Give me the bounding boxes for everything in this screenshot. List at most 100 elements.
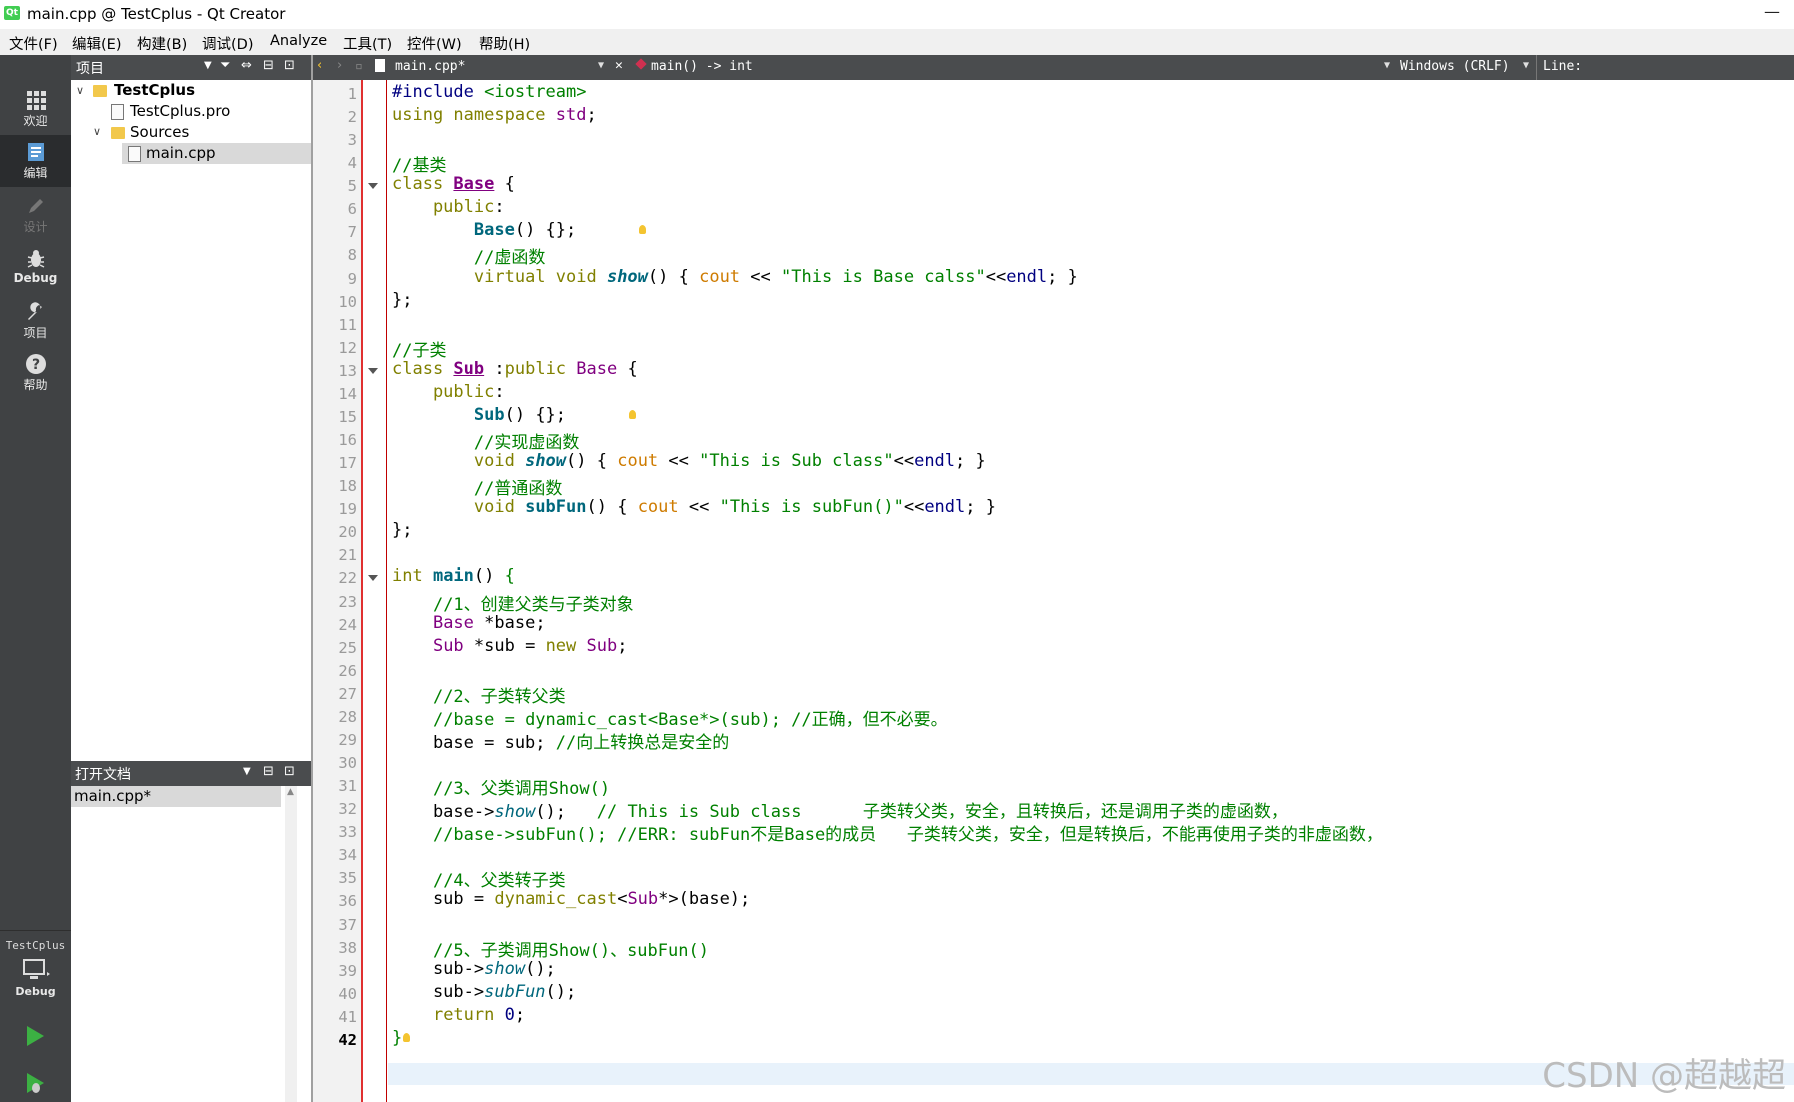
code-line: //子类	[392, 340, 447, 361]
filter-icon[interactable]: ⏷	[220, 58, 230, 73]
menu-edit[interactable]: 编辑(E)	[72, 33, 121, 54]
line-number: 22	[338, 569, 357, 588]
lightbulb-icon[interactable]	[403, 1032, 410, 1042]
line-number: 11	[338, 315, 357, 334]
split-icon[interactable]: ⊟	[263, 764, 274, 779]
lock-icon: ▫	[355, 59, 363, 74]
toolbar-divider	[1536, 55, 1537, 80]
code-line: void subFun() { cout << "This is subFun(…	[473, 497, 996, 518]
line-number: 32	[338, 800, 357, 819]
mode-help[interactable]: ? 帮助	[0, 347, 71, 399]
code-line: public:	[392, 197, 505, 218]
line-number: 40	[338, 984, 357, 1003]
function-icon	[635, 58, 647, 70]
lightbulb-icon[interactable]	[629, 409, 636, 419]
close-panel-icon[interactable]: ⊡	[284, 764, 295, 779]
line-number: 33	[338, 823, 357, 842]
mode-design[interactable]: 设计	[0, 189, 71, 241]
back-icon[interactable]: ‹	[317, 58, 322, 73]
chevron-down-icon[interactable]: ▼	[598, 60, 604, 71]
grid-icon	[26, 91, 46, 110]
file-icon	[375, 59, 385, 72]
scrollbar[interactable]	[285, 786, 297, 1102]
scroll-up-icon[interactable]: ▲	[287, 787, 294, 797]
code-line: //3、父类调用Show()	[432, 779, 611, 800]
code-line: int main() {	[392, 566, 515, 587]
menu-help[interactable]: 帮助(H)	[479, 33, 530, 54]
line-number: 27	[338, 684, 357, 703]
fold-toggle-icon[interactable]	[368, 575, 378, 582]
tree-item-sources[interactable]: Sources	[130, 123, 189, 141]
mode-welcome[interactable]: 欢迎	[0, 83, 71, 135]
close-panel-icon[interactable]: ⊡	[284, 58, 295, 73]
line-number: 41	[338, 1007, 357, 1026]
mode-design-label: 设计	[23, 220, 48, 234]
cursor-position[interactable]: Line:	[1543, 59, 1582, 74]
line-number: 38	[338, 938, 357, 957]
file-icon	[111, 104, 124, 120]
code-line: sub = dynamic_cast<Sub*>(base);	[392, 889, 751, 910]
project-tree: ∨ TestCplus TestCplus.pro ∨ Sources main…	[71, 80, 311, 760]
menu-build[interactable]: 构建(B)	[137, 33, 187, 54]
code-line: public:	[392, 381, 505, 402]
window-title: main.cpp @ TestCplus - Qt Creator	[27, 5, 286, 23]
line-ending-selector[interactable]: Windows (CRLF)	[1400, 59, 1510, 74]
line-number: 20	[338, 523, 357, 542]
chevron-down-icon[interactable]: ▼	[243, 766, 251, 777]
mode-edit[interactable]: 编辑	[0, 135, 71, 187]
code-line: //2、子类转父类	[432, 686, 566, 707]
line-number: 34	[338, 846, 357, 865]
chevron-down-icon[interactable]: ▼	[1523, 60, 1529, 71]
link-icon[interactable]: ⇔	[241, 58, 252, 73]
code-line: virtual void show() { cout << "This is B…	[473, 266, 1078, 287]
menu-tools[interactable]: 工具(T)	[343, 33, 392, 54]
code-line: //普通函数	[473, 479, 563, 500]
tree-item-project[interactable]: TestCplus	[114, 81, 195, 99]
chevron-down-icon[interactable]: ▼	[1384, 60, 1390, 71]
mode-projects[interactable]: 项目	[0, 295, 71, 347]
menu-controls[interactable]: 控件(W)	[407, 33, 462, 54]
mode-debug[interactable]: Debug	[0, 242, 71, 294]
menu-analyze[interactable]: Analyze	[270, 33, 327, 49]
file-icon	[128, 146, 141, 162]
tree-item-pro-file[interactable]: TestCplus.pro	[130, 102, 230, 120]
code-line: sub->subFun();	[392, 981, 577, 1002]
code-line: //实现虚函数	[473, 433, 580, 454]
fold-toggle-icon[interactable]	[368, 183, 378, 190]
split-icon[interactable]: ⊟	[263, 58, 274, 73]
project-folder-icon	[93, 85, 107, 97]
current-file-label[interactable]: main.cpp*	[395, 59, 465, 74]
title-bar: Qt main.cpp @ TestCplus - Qt Creator —	[0, 0, 1794, 28]
fold-region-marker	[386, 80, 387, 1102]
chevron-down-icon[interactable]: ∨	[93, 125, 101, 138]
forward-icon[interactable]: ›	[337, 58, 342, 73]
code-line: //1、创建父类与子类对象	[432, 594, 634, 615]
tree-item-main-cpp[interactable]: main.cpp	[146, 144, 216, 162]
minimize-button[interactable]: —	[1764, 2, 1780, 21]
line-number: 31	[338, 777, 357, 796]
lightbulb-icon[interactable]	[639, 225, 646, 235]
menu-debug[interactable]: 调试(D)	[202, 33, 253, 54]
symbol-selector[interactable]: main() -> int	[651, 59, 753, 74]
close-file-icon[interactable]: ✕	[615, 58, 623, 73]
code-line: base->show(); // This is Sub class 子类转父类…	[392, 802, 1288, 823]
fold-column	[363, 80, 385, 1102]
code-line: void show() { cout << "This is Sub class…	[473, 451, 986, 472]
menu-file[interactable]: 文件(F)	[9, 33, 58, 54]
kit-selector[interactable]: TestCplus Debug	[0, 935, 71, 1030]
open-doc-item[interactable]: main.cpp*	[74, 787, 151, 805]
line-number: 12	[338, 338, 357, 357]
mode-projects-label: 项目	[23, 326, 48, 340]
code-line: //base = dynamic_cast<Base*>(sub); //正确，…	[432, 709, 948, 730]
debug-run-icon[interactable]	[22, 1070, 48, 1096]
run-icon[interactable]	[22, 1023, 48, 1049]
line-number: 16	[338, 431, 357, 450]
chevron-down-icon[interactable]: ▼	[204, 60, 212, 71]
line-number: 23	[338, 592, 357, 611]
fold-toggle-icon[interactable]	[368, 367, 378, 374]
chevron-down-icon[interactable]: ∨	[76, 84, 84, 97]
bug-icon	[27, 250, 44, 268]
svg-text:?: ?	[31, 357, 39, 373]
code-line: //4、父类转子类	[432, 871, 566, 892]
line-number: 39	[338, 961, 357, 980]
